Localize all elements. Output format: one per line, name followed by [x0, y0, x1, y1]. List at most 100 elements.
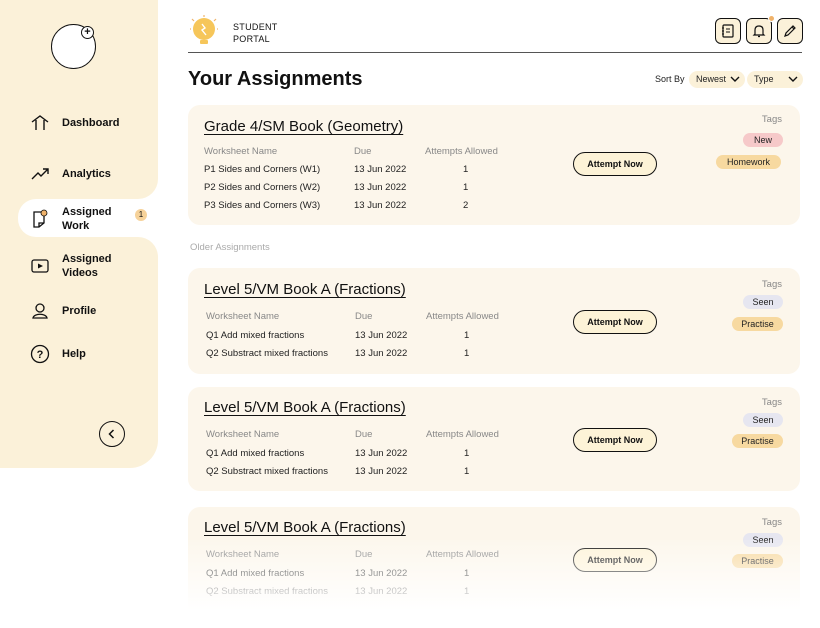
worksheet-name[interactable]: Q2 Substract mixed fractions	[206, 466, 328, 477]
attempt-now-button[interactable]: Attempt Now	[573, 310, 657, 334]
worksheet-attempts: 1	[464, 568, 470, 579]
sidebar-item-label: Help	[62, 348, 86, 360]
sidebar-item-analytics[interactable]: Analytics	[30, 164, 136, 184]
assignment-card: Level 5/VM Book A (Fractions) Worksheet …	[188, 507, 800, 628]
assignment-card: Level 5/VM Book A (Fractions) Worksheet …	[188, 268, 800, 374]
column-header-name: Worksheet Name	[206, 429, 280, 440]
notebook-icon	[722, 24, 734, 38]
sidebar-item-label: Assigned Work	[62, 206, 112, 232]
sort-label: Sort By	[655, 74, 685, 84]
column-header-name: Worksheet Name	[204, 146, 278, 157]
tag-new: New	[743, 133, 783, 147]
chevron-down-icon	[730, 76, 740, 82]
user-icon	[32, 303, 48, 319]
assignment-card: Grade 4/SM Book (Geometry) Worksheet Nam…	[188, 105, 800, 225]
column-header-attempts: Attempts Allowed	[425, 146, 498, 157]
trend-up-icon	[31, 168, 49, 180]
card-title[interactable]: Level 5/VM Book A (Fractions)	[204, 281, 406, 298]
type-select[interactable]: Type	[747, 71, 803, 88]
worksheet-name[interactable]: Q1 Add mixed fractions	[206, 330, 304, 341]
tag-practise: Practise	[732, 317, 783, 331]
column-header-name: Worksheet Name	[206, 549, 280, 560]
worksheet-due: 13 Jun 2022	[354, 164, 407, 175]
worksheet-name[interactable]: Q2 Substract mixed fractions	[206, 348, 328, 359]
column-header-attempts: Attempts Allowed	[426, 311, 499, 322]
attempt-now-button[interactable]: Attempt Now	[573, 428, 657, 452]
worksheet-attempts: 1	[464, 330, 470, 341]
lightbulb-logo-icon	[190, 15, 218, 44]
brand-name: STUDENT PORTAL	[233, 21, 278, 45]
brand-line-2: PORTAL	[233, 34, 270, 44]
column-header-due: Due	[355, 429, 373, 440]
tag-seen: Seen	[743, 533, 783, 547]
worksheet-attempts: 1	[464, 348, 470, 359]
tags-label: Tags	[761, 517, 782, 528]
tag-practise: Practise	[732, 554, 783, 568]
worksheet-attempts: 1	[463, 164, 469, 175]
tags-label: Tags	[761, 114, 782, 125]
help-icon: ?	[30, 344, 50, 364]
notes-button[interactable]	[715, 18, 741, 44]
svg-text:?: ?	[37, 349, 44, 361]
attempt-now-button[interactable]: Attempt Now	[573, 152, 657, 176]
sidebar-item-help[interactable]: ? Help	[30, 344, 136, 364]
home-icon	[31, 115, 49, 130]
sidebar-item-label: Profile	[62, 305, 97, 317]
card-title[interactable]: Grade 4/SM Book (Geometry)	[204, 118, 403, 135]
bell-icon	[752, 25, 766, 38]
worksheet-name[interactable]: P2 Sides and Corners (W2)	[204, 182, 320, 193]
column-header-due: Due	[355, 311, 373, 322]
assignment-card: Level 5/VM Book A (Fractions) Worksheet …	[188, 387, 800, 491]
column-header-attempts: Attempts Allowed	[426, 549, 499, 560]
assigned-work-icon	[33, 209, 48, 228]
worksheet-name[interactable]: Q1 Add mixed fractions	[206, 568, 304, 579]
attempt-now-button[interactable]: Attempt Now	[573, 548, 657, 572]
worksheet-due: 13 Jun 2022	[355, 466, 408, 477]
notification-dot	[768, 15, 775, 22]
edit-button[interactable]	[777, 18, 803, 44]
page-title: Your Assignments	[188, 68, 363, 90]
card-title[interactable]: Level 5/VM Book A (Fractions)	[204, 519, 406, 536]
column-header-due: Due	[355, 549, 373, 560]
chevron-left-icon	[108, 429, 115, 439]
sidebar-item-label: Assigned Videos	[62, 253, 112, 279]
tag-practise: Practise	[732, 434, 783, 448]
notifications-button[interactable]	[746, 15, 775, 44]
header-divider	[188, 52, 802, 53]
tag-homework: Homework	[716, 155, 781, 169]
worksheet-name[interactable]: Q1 Add mixed fractions	[206, 448, 304, 459]
worksheet-name[interactable]: P3 Sides and Corners (W3)	[204, 200, 320, 211]
column-header-attempts: Attempts Allowed	[426, 429, 499, 440]
column-header-name: Worksheet Name	[206, 311, 280, 322]
sidebar-item-assigned-videos[interactable]: Assigned Videos	[30, 252, 136, 280]
worksheet-due: 13 Jun 2022	[355, 568, 408, 579]
worksheet-attempts: 1	[464, 466, 470, 477]
card-title[interactable]: Level 5/VM Book A (Fractions)	[204, 399, 406, 416]
older-assignments-label: Older Assignments	[190, 242, 270, 253]
worksheet-attempts: 1	[464, 586, 470, 597]
chevron-down-icon	[788, 76, 798, 82]
sidebar-item-dashboard[interactable]: Dashboard	[30, 113, 136, 133]
worksheet-due: 13 Jun 2022	[355, 448, 408, 459]
sort-select-value: Newest	[696, 74, 727, 84]
sidebar-item-label: Analytics	[62, 168, 111, 180]
sort-select[interactable]: Newest	[689, 71, 745, 88]
worksheet-due: 13 Jun 2022	[355, 586, 408, 597]
add-photo-icon[interactable]: +	[81, 26, 94, 39]
worksheet-attempts: 1	[463, 182, 469, 193]
sidebar: + Dashboard Analytics Assigned Work 1 As…	[0, 0, 158, 468]
column-header-due: Due	[354, 146, 372, 157]
tags-label: Tags	[761, 279, 782, 290]
collapse-sidebar-button[interactable]	[99, 421, 125, 447]
worksheet-name[interactable]: P1 Sides and Corners (W1)	[204, 164, 320, 175]
brand-line-1: STUDENT	[233, 22, 278, 32]
sidebar-item-assigned-work[interactable]: Assigned Work 1	[30, 205, 147, 233]
worksheet-due: 13 Jun 2022	[354, 200, 407, 211]
worksheet-attempts: 1	[464, 448, 470, 459]
video-icon	[31, 259, 49, 273]
sidebar-item-profile[interactable]: Profile	[30, 301, 136, 321]
avatar[interactable]: +	[51, 24, 96, 69]
worksheet-attempts: 2	[463, 200, 469, 211]
worksheet-name[interactable]: Q2 Substract mixed fractions	[206, 586, 328, 597]
tag-seen: Seen	[743, 295, 783, 309]
